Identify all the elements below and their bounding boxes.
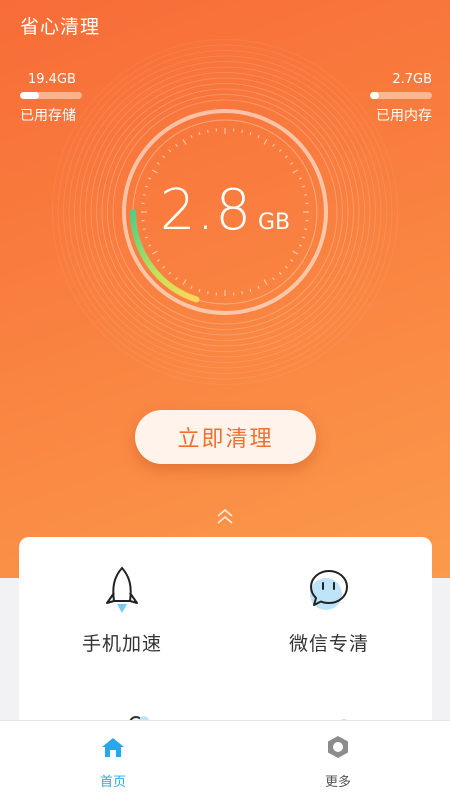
gauge-tick [290,162,294,165]
gauge-tick [175,143,178,147]
feature-wechat-clean[interactable]: 微信专清 [226,565,432,656]
gauge-tick [168,271,172,275]
app-title: 省心清理 [20,16,101,38]
home-icon [102,738,124,757]
gauge-tick [190,135,193,139]
feature-card: 手机加速 微信专清 [19,537,432,727]
gauge-tick [257,285,260,289]
memory-bar [370,92,432,99]
gauge-tick [292,169,299,174]
storage-stat: 19.4GB 已用存储 [20,72,82,125]
gauge-tick [206,291,209,295]
feature-phone-speedup[interactable]: 手机加速 [19,565,225,656]
gauge-tick [263,279,268,286]
memory-bar-fill [370,92,380,99]
memory-stat: 2.7GB 已用内存 [370,72,432,125]
gauge-tick [168,149,172,153]
nav-home[interactable]: 首页 [53,735,173,790]
feature-label: 手机加速 [81,633,162,655]
gauge-tick [257,135,260,139]
gauge-tick [249,288,252,293]
gauge-tick [298,244,302,247]
gauge-tick [151,250,158,255]
storage-label: 已用存储 [20,108,76,124]
memory-label: 已用内存 [376,108,432,124]
gauge-tick [284,155,288,159]
gauge-number: 2.8 [159,178,252,243]
chat-bubble-icon [310,570,348,610]
gauge-tick [290,259,294,262]
nav-more[interactable]: 更多 [278,735,398,790]
nav-home-label: 首页 [99,775,126,790]
gauge-tick [249,131,252,136]
gauge-tick [292,250,299,255]
gauge-tick [190,285,193,289]
gauge-tick [156,259,160,262]
gauge-tick [241,291,244,295]
storage-bar [20,92,82,99]
memory-value: 2.7GB [392,72,432,87]
gauge-tick [206,129,209,133]
gauge-tick [148,244,152,247]
gauge-unit: GB [257,210,291,235]
gauge-tick [162,265,166,269]
more-gear-icon [328,736,348,758]
gauge-tick [151,169,158,174]
storage-value: 19.4GB [28,72,76,87]
hero-panel: 省心清理 19.4GB 已用存储 2.7GB 已用内存 2.8 GB 立即清理 [0,0,450,578]
gauge-tick [284,265,288,269]
gauge-tick [162,155,166,159]
gauge-tick [278,149,282,153]
gauge-readout: 2.8 GB [0,178,450,243]
rocket-icon [106,566,138,613]
chevron-up-icon[interactable] [214,506,236,528]
clean-now-button[interactable]: 立即清理 [135,410,316,464]
gauge-tick [278,271,282,275]
gauge-tick [263,138,268,145]
gauge-tick [175,277,178,281]
gauge-tick [156,162,160,165]
gauge-tick [241,129,244,133]
feature-label: 微信专清 [288,633,369,655]
storage-bar-fill [20,92,39,99]
gauge-tick [182,279,187,286]
gauge-tick [272,143,275,147]
gauge-tick [198,131,201,136]
gauge-tick [198,288,201,293]
gauge-tick [272,277,275,281]
gauge-tick [182,138,187,145]
bottom-nav: 首页 更多 [0,720,450,800]
nav-more-label: 更多 [324,775,351,790]
